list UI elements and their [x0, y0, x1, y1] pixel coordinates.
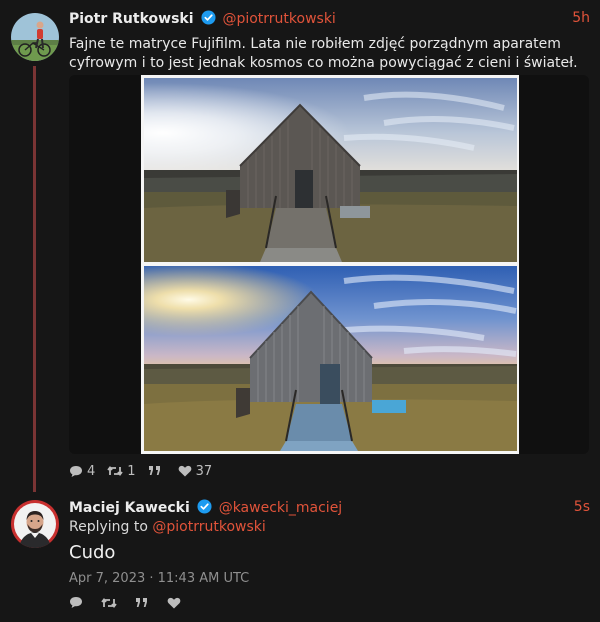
like-stat[interactable]: 37 [178, 463, 213, 479]
reply-count: 4 [87, 463, 96, 479]
tweet-date[interactable]: Apr 7, 2023 · 11:43 AM UTC [69, 571, 249, 586]
quote-stat[interactable] [148, 465, 166, 477]
avatar-piotr[interactable] [11, 13, 59, 61]
verified-icon [197, 499, 212, 514]
author-handle[interactable]: @kawecki_maciej [219, 500, 343, 516]
reply-stat[interactable]: 4 [69, 464, 95, 479]
tweet-header: Piotr Rutkowski @piotrrutkowski 5h [69, 10, 590, 30]
avatar-maciej[interactable] [11, 500, 59, 548]
quote-icon [136, 597, 147, 607]
tweet-header: Maciej Kawecki @kawecki_maciej 5s [69, 499, 590, 519]
author-handle[interactable]: @piotrrutkowski [222, 11, 335, 27]
photo-before [144, 78, 517, 262]
reply-button[interactable] [69, 596, 87, 609]
replying-prefix: Replying to [69, 519, 148, 535]
quote-icon [148, 466, 160, 475]
retweet-icon [107, 466, 123, 476]
tweet-actions [69, 596, 199, 609]
reply-icon [70, 597, 82, 608]
tweet-piotr[interactable]: Piotr Rutkowski @piotrrutkowski 5h Fajne… [0, 0, 600, 492]
retweet-count: 1 [127, 463, 136, 479]
replying-to: Replying to @piotrrutkowski [69, 519, 266, 535]
author-name[interactable]: Maciej Kawecki [69, 500, 190, 516]
tweet-text: Fajne te matryce Fujifilm. Lata nie robi… [69, 36, 578, 71]
quote-button[interactable] [135, 597, 153, 609]
tweet-media[interactable] [69, 75, 589, 454]
verified-icon [201, 10, 216, 25]
thread-connector [33, 66, 36, 492]
heart-icon [167, 597, 181, 608]
photo-after [144, 266, 517, 451]
tweet-stats: 4 1 37 [69, 462, 224, 480]
tweet-time[interactable]: 5s [574, 499, 590, 515]
retweet-stat[interactable]: 1 [107, 463, 136, 479]
retweet-button[interactable] [101, 597, 121, 609]
photo-comparison[interactable] [141, 75, 519, 454]
like-button[interactable] [167, 597, 185, 609]
tweet-text: Cudo [69, 542, 116, 563]
author-name[interactable]: Piotr Rutkowski [69, 11, 194, 27]
like-count: 37 [195, 463, 213, 479]
tweet-maciej[interactable]: Maciej Kawecki @kawecki_maciej 5s Replyi… [0, 490, 600, 622]
heart-icon [178, 465, 191, 477]
reply-icon [70, 465, 82, 477]
retweet-icon [101, 597, 117, 608]
replying-handle[interactable]: @piotrrutkowski [152, 519, 265, 535]
tweet-time[interactable]: 5h [572, 10, 590, 26]
